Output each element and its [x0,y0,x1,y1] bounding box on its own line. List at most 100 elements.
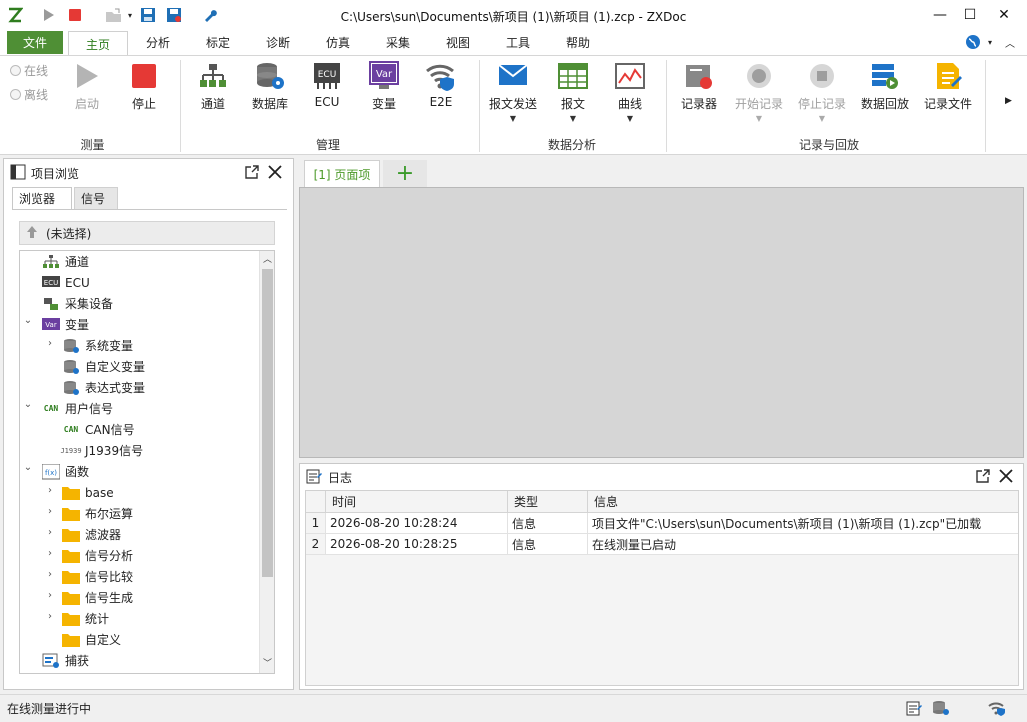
popout-icon[interactable] [243,163,261,181]
project-tree: 通道 ECU ECU 采集设备 ⌄ Var 变量 › 系统变量 自定义变量 表达… [19,250,275,674]
close-icon[interactable] [997,467,1015,485]
tree-item-channel[interactable]: 通道 [42,251,89,272]
stop-button[interactable]: 停止 [114,60,174,112]
scrollbar-thumb[interactable] [262,269,273,577]
group-label-manage: 管理 [315,138,340,152]
selection-bar[interactable]: (未选择) [19,221,275,245]
tree-item-folder-gen[interactable]: 信号生成 [62,587,133,608]
tab-calibration[interactable]: 标定 [206,34,230,51]
record-file-button[interactable]: 记录文件 [918,60,978,112]
up-arrow-icon[interactable] [26,225,38,242]
column-header-type[interactable]: 类型 [508,491,588,513]
svg-text:ECU: ECU [44,279,58,287]
row-header-corner [306,491,326,513]
tab-view[interactable]: 视图 [446,34,470,51]
chevron-right-icon[interactable]: › [44,485,56,496]
tree-item-sys-var[interactable]: 系统变量 [62,335,133,356]
column-header-info[interactable]: 信息 [588,491,1018,513]
chevron-right-icon[interactable]: › [44,611,56,622]
selection-label: (未选择) [46,226,92,241]
chevron-right-icon[interactable]: › [44,506,56,517]
start-record-button[interactable]: 开始记录 ▼ [729,60,789,123]
e2e-button[interactable]: E2E [411,60,471,109]
recorder-button[interactable]: 记录器 [669,60,729,112]
chevron-down-icon[interactable]: ⌄ [22,462,34,473]
tree-item-folder-analysis[interactable]: 信号分析 [62,545,133,566]
tab-home[interactable]: 主页 [68,31,128,56]
tree-item-folder-filter[interactable]: 滤波器 [62,524,121,545]
ecu-button[interactable]: ECU ECU [297,60,357,109]
tree-item-expr-var[interactable]: 表达式变量 [62,377,145,398]
chevron-right-icon[interactable]: › [44,590,56,601]
tab-signal[interactable]: 信号 [74,187,118,209]
tree-item-can-signal[interactable]: CAN CAN信号 [62,419,135,440]
close-icon[interactable] [266,163,284,181]
collapse-ribbon-icon[interactable]: ︿ [1000,32,1020,52]
close-button[interactable]: ✕ [987,0,1021,30]
message-button[interactable]: 报文 ▼ [543,60,603,123]
tab-browser[interactable]: 浏览器 [12,187,72,209]
chevron-down-icon[interactable]: ▾ [980,32,1000,52]
database-button[interactable]: 数据库 [240,60,300,112]
tree-item-device[interactable]: 采集设备 [42,293,113,314]
channel-button[interactable]: 通道 [183,60,243,112]
tree-item-folder-custom[interactable]: 自定义 [62,629,121,650]
chevron-right-icon[interactable]: › [44,338,56,349]
tree-item-folder-base[interactable]: base [62,482,114,503]
wifi-shield-icon[interactable] [988,700,1006,719]
tree-item-folder-bool[interactable]: 布尔运算 [62,503,133,524]
chevron-down-icon[interactable]: ⌄ [22,315,34,326]
chevron-down-icon[interactable]: ﹀ [263,656,272,669]
tree-item-j1939-signal[interactable]: J1939 J1939信号 [60,440,143,461]
tree-scrollbar[interactable]: ︿ ﹀ [259,251,274,673]
ribbon-scroll-right-icon[interactable]: ▶ [1005,96,1012,106]
online-radio[interactable]: 在线 [10,62,48,79]
table-cell-info: 项目文件"C:\Users\sun\Documents\新项目 (1)\新项目 … [588,513,1018,534]
chevron-up-icon[interactable]: ︿ [263,252,272,265]
stop-record-button[interactable]: 停止记录 ▼ [792,60,852,123]
chevron-right-icon[interactable]: › [44,527,56,538]
variable-icon: Var [42,317,60,333]
replay-button[interactable]: 数据回放 [855,60,915,112]
file-tab[interactable]: 文件 [7,31,63,54]
chevron-right-icon[interactable]: › [44,548,56,559]
variable-button[interactable]: Var 变量 [354,60,414,112]
database-icon[interactable] [932,700,950,719]
message-send-button[interactable]: 报文发送 ▼ [483,60,543,123]
tab-analysis[interactable]: 分析 [146,34,170,51]
chevron-down-icon[interactable]: ▼ [627,114,633,123]
folder-icon [62,611,80,627]
start-button[interactable]: 启动 [57,60,117,112]
log-icon[interactable] [906,700,922,719]
database-icon [62,338,80,354]
tree-item-function[interactable]: f(x) 函数 [42,461,89,482]
chevron-down-icon[interactable]: ▼ [510,114,516,123]
chevron-right-icon[interactable]: › [44,569,56,580]
maximize-button[interactable]: ☐ [953,0,987,30]
tab-tools[interactable]: 工具 [506,34,530,51]
chevron-down-icon[interactable]: ▼ [819,114,825,123]
tree-item-variable[interactable]: Var 变量 [42,314,89,335]
chevron-down-icon[interactable]: ⌄ [22,399,34,410]
chevron-down-icon[interactable]: ▼ [756,114,762,123]
chevron-down-icon[interactable]: ▼ [570,114,576,123]
tree-item-ecu[interactable]: ECU ECU [42,272,90,293]
document-area[interactable] [299,187,1024,458]
tab-acquisition[interactable]: 采集 [386,34,410,51]
minimize-button[interactable]: — [923,0,957,30]
popout-icon[interactable] [974,467,992,485]
offline-radio[interactable]: 离线 [10,86,48,103]
tree-item-folder-compare[interactable]: 信号比较 [62,566,133,587]
tab-page-item[interactable]: [1] 页面项 [304,160,380,187]
tab-help[interactable]: 帮助 [566,34,590,51]
tree-item-capture[interactable]: 捕获 [42,650,89,671]
tab-simulation[interactable]: 仿真 [326,34,350,51]
tab-diagnostics[interactable]: 诊断 [266,34,290,51]
log-panel: 日志 时间 类型 信息 1 2026-08-20 10:28:24 信息 项目文… [299,463,1024,690]
add-tab-button[interactable]: + [383,160,427,187]
tree-item-folder-stat[interactable]: 统计 [62,608,109,629]
curve-button[interactable]: 曲线 ▼ [600,60,660,123]
tree-item-custom-var[interactable]: 自定义变量 [62,356,145,377]
tree-item-user-signal[interactable]: CAN 用户信号 [42,398,113,419]
column-header-time[interactable]: 时间 [326,491,508,513]
